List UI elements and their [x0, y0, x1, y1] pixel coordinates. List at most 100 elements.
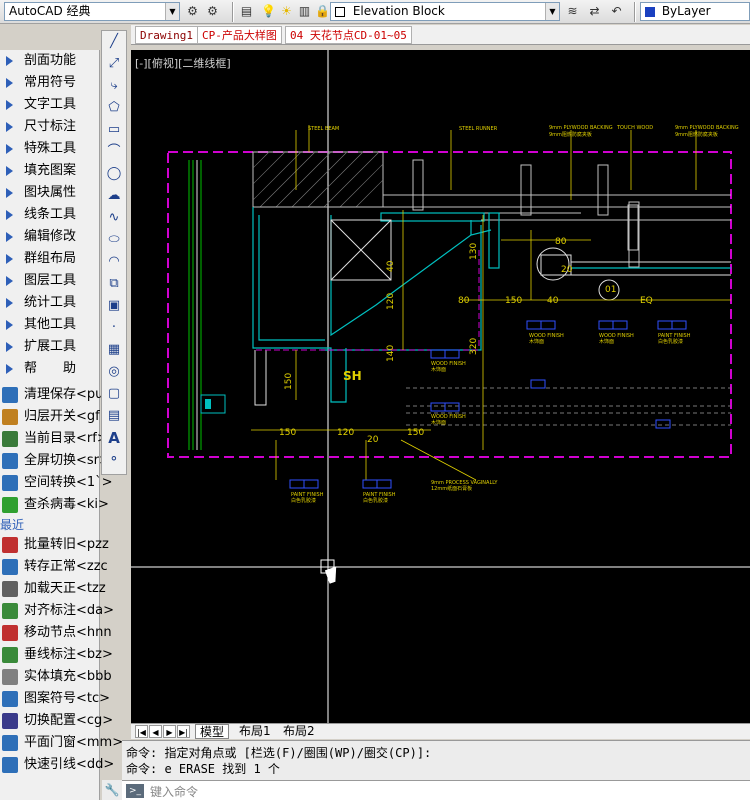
polyline-icon[interactable]: ⤷	[102, 75, 126, 97]
circle-icon[interactable]: ◯	[102, 163, 126, 185]
command-prompt-icon[interactable]: >_	[126, 784, 144, 798]
svg-text:SH: SH	[343, 369, 362, 383]
layer-freeze-icon[interactable]: ▥	[296, 3, 313, 20]
menu-item[interactable]: 移动节点<hnn	[0, 622, 112, 644]
menu-item[interactable]: 特殊工具	[0, 138, 99, 160]
tool-icon	[2, 537, 18, 553]
first-layout-icon[interactable]: |◀	[135, 725, 148, 738]
tool-icon	[2, 475, 18, 491]
menu-item[interactable]: 帮 助	[0, 358, 99, 380]
command-input[interactable]: >_ 键入命令	[122, 780, 750, 800]
add-selected-icon[interactable]: ⚬	[102, 449, 126, 471]
sun-icon[interactable]: ☀	[278, 3, 295, 20]
menu-item-label: 编辑修改	[24, 229, 77, 244]
arc-icon[interactable]: ⌒	[102, 141, 126, 163]
construction-line-icon[interactable]: ⤢	[102, 53, 126, 75]
menu-item[interactable]: 空间转换<1`>	[0, 472, 113, 494]
menu-item[interactable]: 归层开关<gf>	[0, 406, 111, 428]
ellipse-icon[interactable]: ⬭	[102, 229, 126, 251]
tab-layout1[interactable]: 布局1	[235, 724, 275, 739]
menu-item[interactable]: 平面门窗<mm>	[0, 732, 123, 754]
triangle-right-icon	[6, 298, 13, 308]
menu-item[interactable]: 批量转旧<pzz	[0, 534, 109, 556]
menu-item[interactable]: 统计工具	[0, 292, 99, 314]
wrench-icon[interactable]: 🔧	[102, 780, 122, 800]
polygon-icon[interactable]: ⬠	[102, 97, 126, 119]
menu-item[interactable]: 快速引线<dd>	[0, 754, 114, 776]
workspace-dropdown[interactable]: AutoCAD 经典 ▼	[4, 2, 180, 21]
layer-previous-icon[interactable]: ↶	[608, 3, 625, 20]
insert-block-icon[interactable]: ⧉	[102, 273, 126, 295]
layer-properties-icon[interactable]: ▤	[238, 3, 255, 20]
gear-icon[interactable]: ⚙	[184, 3, 201, 20]
svg-text:130: 130	[469, 243, 479, 260]
menu-item[interactable]: 查杀病毒<ki>	[0, 494, 109, 516]
line-icon[interactable]: ╱	[102, 31, 126, 53]
menu-item[interactable]: 清理保存<pu>	[0, 384, 114, 406]
tab-layout2[interactable]: 布局2	[279, 724, 319, 739]
prev-layout-icon[interactable]: ◀	[149, 725, 162, 738]
table-icon[interactable]: ▤	[102, 405, 126, 427]
color-swatch	[645, 6, 655, 17]
menu-item[interactable]: 常用符号	[0, 72, 99, 94]
menu-item[interactable]: 图层工具	[0, 270, 99, 292]
last-layout-icon[interactable]: ▶|	[177, 725, 190, 738]
menu-item[interactable]: 图块属性	[0, 182, 99, 204]
menu-item[interactable]: 转存正常<zzc	[0, 556, 108, 578]
triangle-right-icon	[6, 276, 13, 286]
menu-item-label: 快速引线<dd>	[24, 757, 115, 772]
menu-item[interactable]: 对齐标注<da>	[0, 600, 114, 622]
menu-item[interactable]: 全屏切换<sr>	[0, 450, 110, 472]
document-tabs: Drawing1 CP-产品大样图 04 天花节点CD-01~05	[131, 25, 750, 45]
drawing-canvas[interactable]: [-][俯视][二维线框] STEEL BEAM STEEL RUNNER 9m…	[131, 50, 750, 723]
next-layout-icon[interactable]: ▶	[163, 725, 176, 738]
menu-item[interactable]: 尺寸标注	[0, 116, 99, 138]
menu-item[interactable]: 其他工具	[0, 314, 99, 336]
layer-color-swatch	[335, 6, 345, 17]
svg-text:12mm纸面石膏板: 12mm纸面石膏板	[431, 485, 472, 492]
rectangle-icon[interactable]: ▭	[102, 119, 126, 141]
region-icon[interactable]: ▢	[102, 383, 126, 405]
workspace-settings-icon[interactable]: ⚙	[204, 3, 221, 20]
tab-cp-detail[interactable]: CP-产品大样图	[197, 26, 282, 44]
triangle-right-icon	[6, 342, 13, 352]
ellipse-arc-icon[interactable]: ◠	[102, 251, 126, 273]
menu-item-label: 图层工具	[24, 273, 77, 288]
triangle-right-icon	[6, 254, 13, 264]
menu-item[interactable]: 线条工具	[0, 204, 99, 226]
svg-text:TOUCH WOOD: TOUCH WOOD	[616, 125, 653, 131]
layer-match-icon[interactable]: ⇄	[586, 3, 603, 20]
menu-item[interactable]: 当前目录<rf>	[0, 428, 108, 450]
point-icon[interactable]: ·	[102, 317, 126, 339]
tool-icon	[2, 669, 18, 685]
command-placeholder[interactable]: 键入命令	[150, 783, 198, 800]
layer-dropdown[interactable]: Elevation Block ▼	[330, 2, 560, 21]
gradient-icon[interactable]: ◎	[102, 361, 126, 383]
menu-item[interactable]: 实体填充<bbb	[0, 666, 112, 688]
menu-item[interactable]: 剖面功能	[0, 50, 99, 72]
triangle-right-icon	[6, 166, 13, 176]
menu-item[interactable]: 编辑修改	[0, 226, 99, 248]
layer-state-icon[interactable]: ≋	[564, 3, 581, 20]
multiline-text-icon[interactable]: A	[102, 427, 126, 449]
menu-item[interactable]: 文字工具	[0, 94, 99, 116]
menu-item[interactable]: 加载天正<tzz	[0, 578, 106, 600]
hatch-icon[interactable]: ▦	[102, 339, 126, 361]
tab-drawing1[interactable]: Drawing1	[135, 26, 198, 44]
color-dropdown[interactable]: ByLayer	[640, 2, 750, 21]
tool-icon	[2, 559, 18, 575]
menu-item[interactable]: 群组布局	[0, 248, 99, 270]
menu-item[interactable]: 垂线标注<bz>	[0, 644, 113, 666]
menu-item[interactable]: 切换配置<cg>	[0, 710, 113, 732]
menu-item[interactable]: 扩展工具	[0, 336, 99, 358]
spline-icon[interactable]: ∿	[102, 207, 126, 229]
make-block-icon[interactable]: ▣	[102, 295, 126, 317]
revcloud-icon[interactable]: ☁	[102, 185, 126, 207]
tab-ceiling-node[interactable]: 04 天花节点CD-01~05	[285, 26, 412, 44]
bulb-icon[interactable]: 💡	[260, 3, 277, 20]
tab-model[interactable]: 模型	[195, 724, 230, 739]
lock-icon[interactable]: 🔒	[314, 3, 331, 20]
menu-item[interactable]: 填充图案	[0, 160, 99, 182]
svg-text:150: 150	[279, 428, 296, 438]
menu-item[interactable]: 图案符号<tc>	[0, 688, 110, 710]
